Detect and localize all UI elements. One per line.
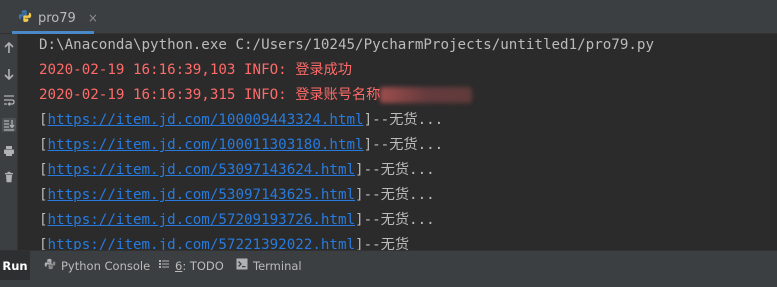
console-url-line: [https://item.jd.com/100011303180.html]-… — [39, 137, 444, 153]
console-url-line: [https://item.jd.com/57209193726.html]--… — [39, 212, 435, 228]
stock-status: --无货 — [363, 237, 410, 250]
close-icon[interactable]: × — [88, 11, 98, 25]
tab-pro79[interactable]: pro79 × — [12, 4, 98, 32]
console-log-line: 2020-02-19 16:16:39,315 INFO: 登录账号名称 — [39, 84, 473, 106]
terminal-tool-button[interactable]: Terminal — [236, 251, 302, 280]
stock-status: --无货... — [372, 112, 444, 128]
url-link[interactable]: https://item.jd.com/57209193726.html — [48, 212, 356, 228]
python-file-icon — [18, 9, 32, 27]
todo-label: 6: TODO — [175, 259, 224, 273]
console-log-text: 2020-02-19 16:16:39,315 INFO: 登录账号名称 — [39, 87, 381, 103]
console-command-line: D:\Anaconda\python.exe C:/Users/10245/Py… — [39, 37, 654, 53]
console-url-line: [https://item.jd.com/53097143625.html]--… — [39, 187, 435, 203]
stock-status: --无货... — [363, 212, 435, 228]
terminal-icon — [236, 258, 248, 273]
console-toolbar — [0, 34, 18, 250]
console-log-line: 2020-02-19 16:16:39,103 INFO: 登录成功 — [39, 62, 352, 78]
terminal-label: Terminal — [253, 258, 302, 273]
console-output[interactable]: D:\Anaconda\python.exe C:/Users/10245/Py… — [18, 34, 777, 250]
todo-list-icon — [158, 258, 170, 273]
trash-icon[interactable] — [2, 170, 16, 184]
stock-status: --无货... — [372, 137, 444, 153]
stock-status: --无货... — [363, 162, 435, 178]
python-console-tool-button[interactable]: Python Console — [44, 251, 150, 280]
arrow-down-icon[interactable] — [2, 67, 16, 81]
console-url-line: [https://item.jd.com/53097143624.html]--… — [39, 162, 435, 178]
python-console-label: Python Console — [61, 258, 151, 273]
url-link[interactable]: https://item.jd.com/53097143625.html — [48, 187, 356, 203]
console-url-line: [https://item.jd.com/57221392022.html]--… — [39, 234, 409, 250]
editor-tab-bar: pro79 × — [0, 0, 777, 34]
soft-wrap-icon[interactable] — [2, 93, 16, 107]
run-tool-button[interactable]: Run — [0, 251, 30, 280]
url-link[interactable]: https://item.jd.com/57221392022.html — [48, 237, 356, 250]
arrow-up-icon[interactable] — [2, 41, 16, 55]
scroll-to-end-icon[interactable] — [2, 118, 16, 132]
redacted-text — [380, 87, 473, 103]
url-link[interactable]: https://item.jd.com/100011303180.html — [48, 137, 364, 153]
todo-tool-button[interactable]: 6: TODO — [158, 251, 224, 280]
tab-title: pro79 — [38, 10, 76, 26]
python-console-icon — [44, 258, 56, 273]
tool-window-bar: Run Python Console 6: TODO Terminal — [0, 250, 777, 287]
todo-text: : TODO — [182, 258, 224, 273]
url-link[interactable]: https://item.jd.com/53097143624.html — [48, 162, 356, 178]
run-label: Run — [2, 258, 28, 273]
stock-status: --无货... — [363, 187, 435, 203]
console-url-line: [https://item.jd.com/100009443324.html]-… — [39, 112, 444, 128]
url-link[interactable]: https://item.jd.com/100009443324.html — [48, 112, 364, 128]
print-icon[interactable] — [2, 144, 16, 158]
